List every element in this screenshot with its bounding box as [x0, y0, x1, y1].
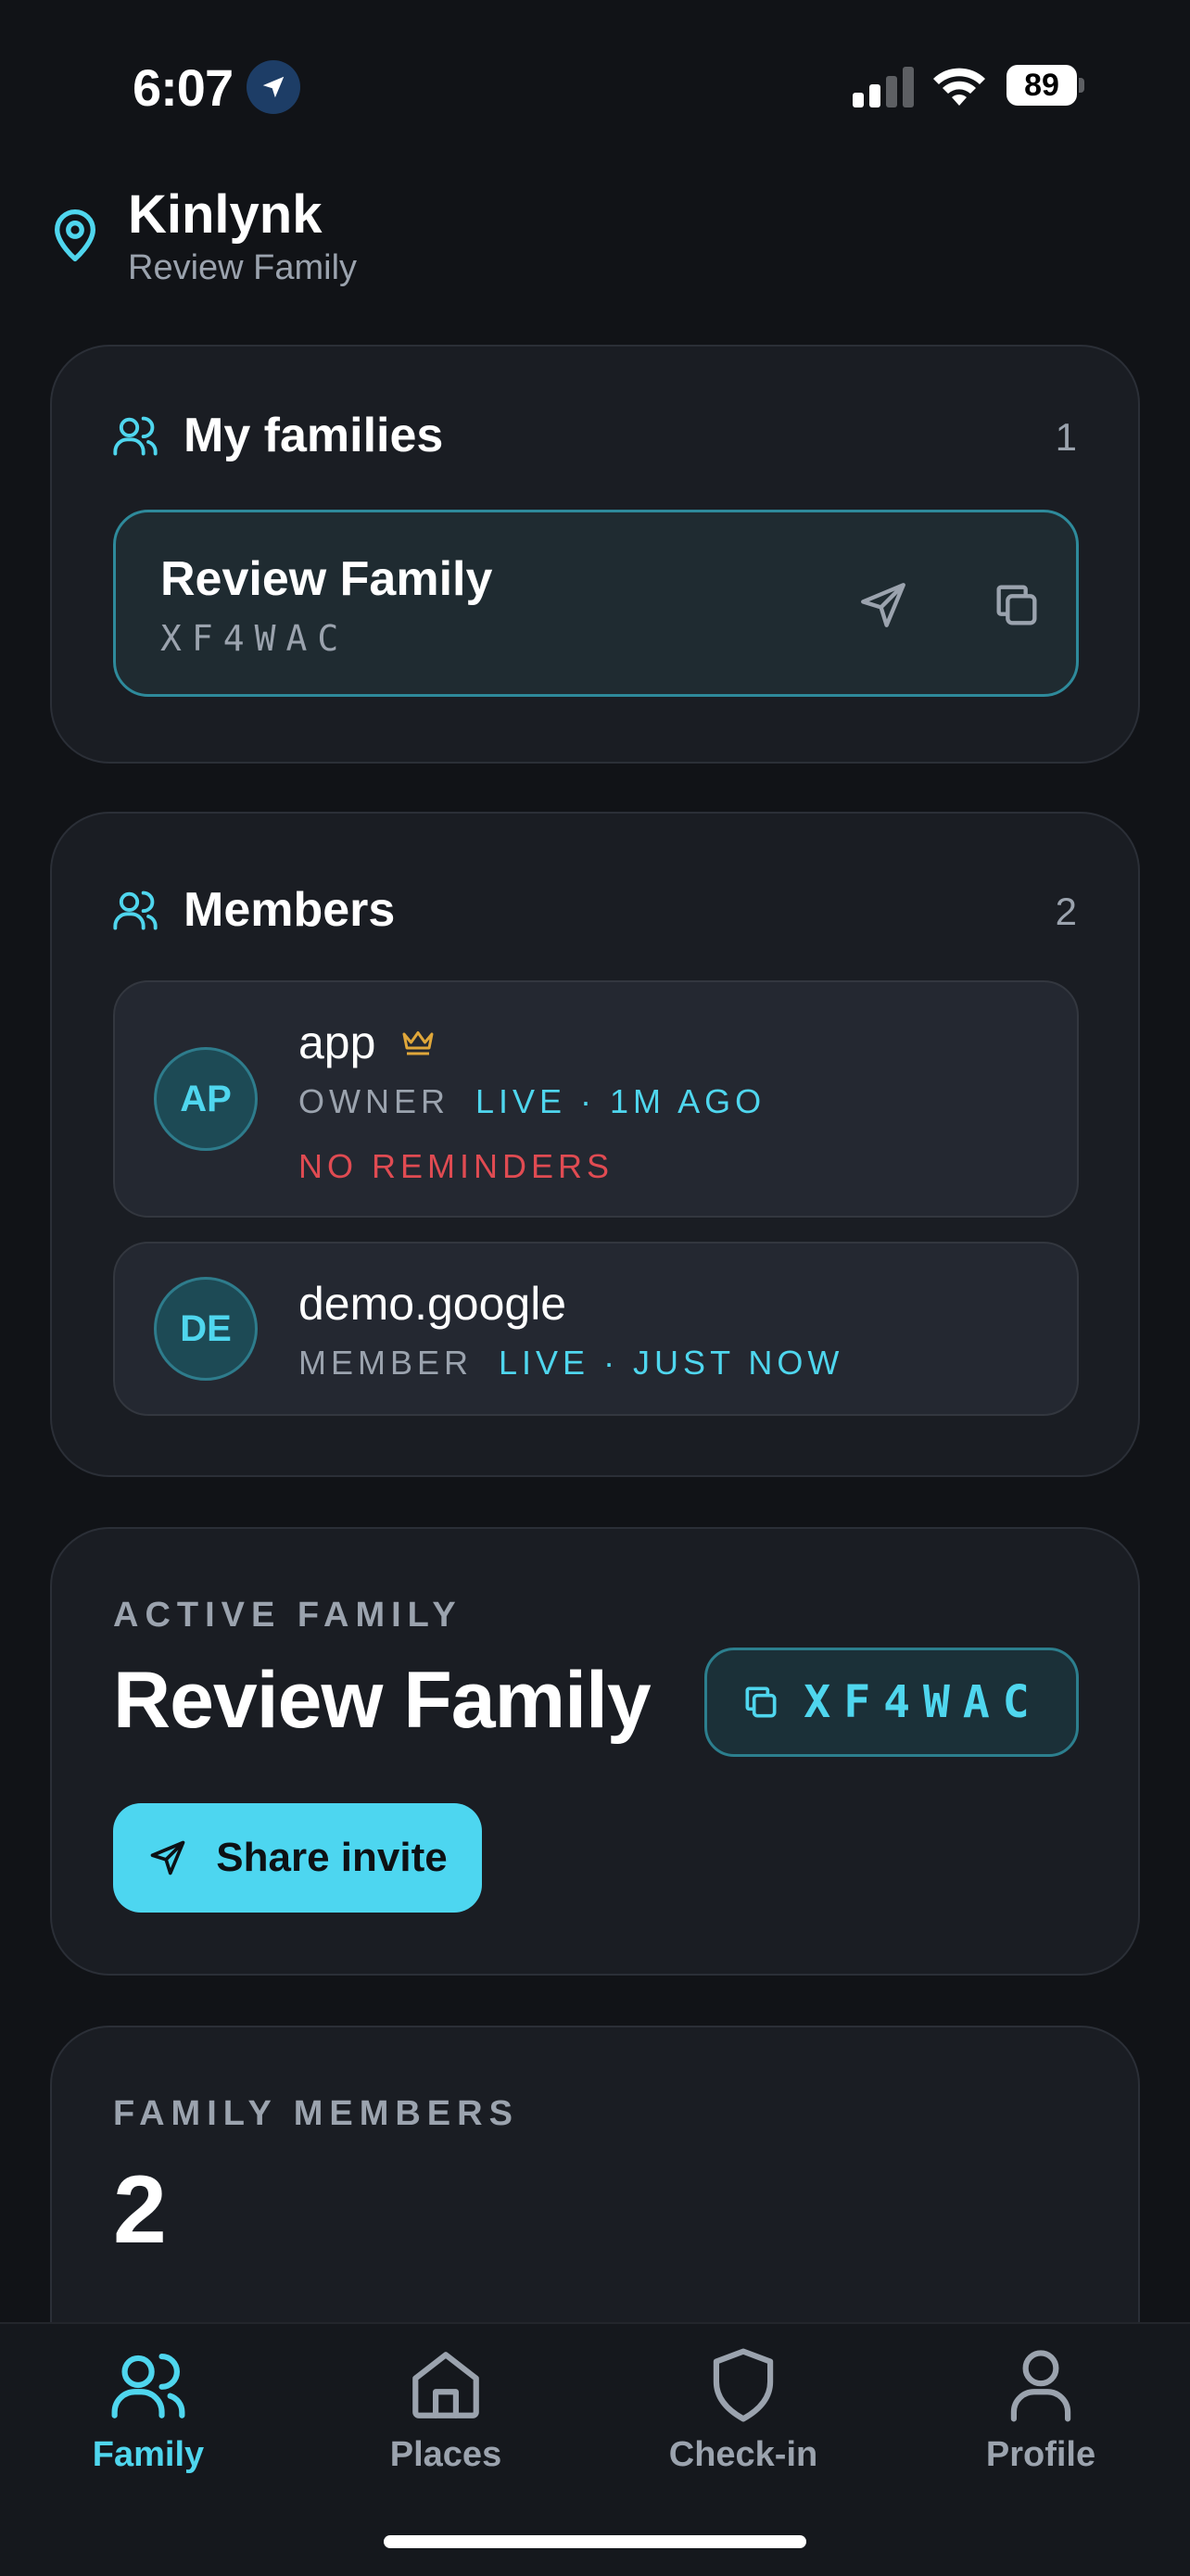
section-title-my-families: My families — [184, 409, 444, 462]
section-title-members: Members — [184, 883, 396, 937]
battery-level: 89 — [1006, 65, 1077, 106]
tab-family[interactable]: Family — [46, 2348, 250, 2475]
members-card: Members 2 AP app OWNER LIVE · 1M AGO NO R… — [50, 812, 1140, 1477]
share-invite-label: Share invite — [216, 1835, 448, 1880]
cellular-signal-icon — [853, 67, 914, 107]
status-time: 6:07 — [133, 58, 234, 117]
invite-code: XF4WAC — [804, 1676, 1043, 1728]
tab-check-in[interactable]: Check-in — [641, 2348, 845, 2475]
home-indicator[interactable] — [384, 2535, 806, 2548]
location-arrow-icon — [247, 60, 300, 114]
tab-label: Places — [389, 2435, 502, 2474]
shield-icon — [713, 2348, 774, 2422]
family-name: Review Family — [160, 552, 493, 606]
active-family-subtitle: Review Family — [128, 248, 358, 287]
send-icon — [150, 1840, 185, 1875]
member-name: demo.google — [298, 1278, 567, 1330]
app-title: Kinlynk — [128, 184, 323, 245]
battery-icon: 89 — [1006, 65, 1084, 107]
family-row[interactable]: Review Family XF4WAC — [113, 510, 1079, 697]
member-row[interactable]: AP app OWNER LIVE · 1M AGO NO REMINDERS — [113, 980, 1079, 1218]
member-status: LIVE · JUST NOW — [499, 1344, 844, 1382]
my-families-card: My families 1 Review Family XF4WAC — [50, 345, 1140, 764]
map-pin-icon — [55, 209, 95, 262]
members-count: 2 — [1055, 890, 1077, 933]
copy-code-button[interactable] — [983, 572, 1050, 638]
share-invite-button[interactable]: Share invite — [113, 1803, 482, 1913]
member-role: OWNER — [298, 1082, 449, 1120]
users-icon — [113, 890, 158, 930]
member-status: LIVE · 1M AGO — [475, 1082, 766, 1120]
member-row[interactable]: DE demo.google MEMBER LIVE · JUST NOW — [113, 1242, 1079, 1416]
user-icon — [1010, 2350, 1071, 2422]
member-role: MEMBER — [298, 1344, 474, 1382]
avatar: AP — [154, 1047, 258, 1151]
tab-label: Profile — [985, 2435, 1096, 2474]
member-meta: MEMBER LIVE · JUST NOW — [298, 1344, 843, 1383]
users-icon — [113, 416, 158, 456]
tab-places[interactable]: Places — [344, 2348, 548, 2475]
users-icon — [111, 2354, 185, 2418]
member-reminder-note: NO REMINDERS — [298, 1147, 614, 1185]
copy-icon — [996, 585, 1037, 625]
family-members-label: FAMILY MEMBERS — [113, 2094, 519, 2133]
crown-icon — [402, 1031, 434, 1055]
tab-label: Check-in — [668, 2435, 818, 2474]
tab-label: Family — [92, 2435, 205, 2474]
send-icon — [861, 583, 905, 627]
copy-invite-code-button[interactable]: XF4WAC — [704, 1648, 1079, 1757]
family-code: XF4WAC — [160, 618, 349, 659]
copy-icon — [745, 1686, 777, 1718]
share-family-button[interactable] — [850, 572, 917, 638]
member-name: app — [298, 1016, 435, 1069]
active-family-name: Review Family — [113, 1656, 652, 1745]
families-count: 1 — [1055, 415, 1077, 459]
active-family-label: ACTIVE FAMILY — [113, 1596, 462, 1635]
home-icon — [412, 2352, 479, 2418]
wifi-icon — [933, 68, 985, 106]
family-members-value: 2 — [113, 2156, 167, 2264]
active-family-card: ACTIVE FAMILY Review Family XF4WAC Share… — [50, 1527, 1140, 1976]
member-meta: OWNER LIVE · 1M AGO — [298, 1082, 766, 1121]
tab-profile[interactable]: Profile — [939, 2348, 1143, 2475]
avatar: DE — [154, 1277, 258, 1381]
